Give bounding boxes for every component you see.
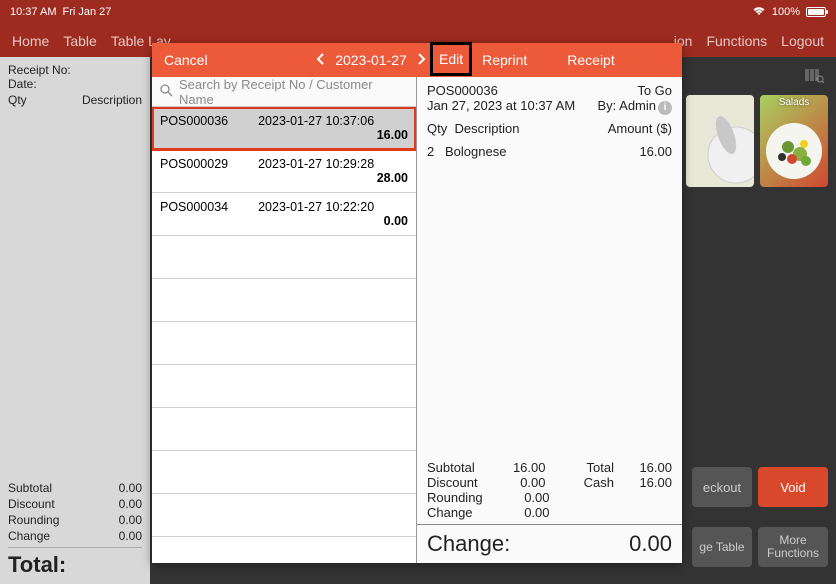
row-amt: 16.00 xyxy=(160,128,408,142)
receipt-detail-panel: POS000036 To Go Jan 27, 2023 at 10:37 AM B… xyxy=(417,43,682,563)
date-label: Date: xyxy=(8,77,142,91)
modal-header: Cancel 2023-01-27 Edit Reprint Receipt xyxy=(152,43,682,77)
d-discount: 0.00 xyxy=(496,475,546,490)
d-change-label: Change xyxy=(427,505,500,520)
detail-totals: Subtotal16.00Total16.00 Discount0.00Cash… xyxy=(417,456,682,524)
row-amt: 28.00 xyxy=(160,171,408,185)
product-label: Salads xyxy=(760,95,828,110)
edit-button[interactable]: Edit xyxy=(430,42,472,76)
row-amt: 0.00 xyxy=(160,214,408,228)
info-icon[interactable]: i xyxy=(658,101,672,115)
receipt-row-empty xyxy=(152,451,416,494)
receipt-row-empty xyxy=(152,279,416,322)
detail-datetime: Jan 27, 2023 at 10:37 AM xyxy=(427,98,575,115)
status-bar: 10:37 AM Fri Jan 27 100% xyxy=(0,0,836,24)
receipt-no-label: Receipt No: xyxy=(8,63,142,77)
d-total: 16.00 xyxy=(622,460,672,475)
detail-amount-header: Amount ($) xyxy=(608,121,672,136)
d-cash: 16.00 xyxy=(622,475,672,490)
checkout-button[interactable]: eckout xyxy=(692,467,752,507)
prev-date-button[interactable] xyxy=(312,52,330,68)
detail-item-row: 2Bolognese16.00 xyxy=(427,144,672,159)
receipt-row-empty xyxy=(152,365,416,408)
receipt-list: POS0000362023-01-27 10:37:0616.00POS0000… xyxy=(152,107,416,563)
receipt-list-panel: Search by Receipt No / Customer Name POS… xyxy=(152,43,417,563)
qty-header: Qty xyxy=(8,93,27,107)
menu-home[interactable]: Home xyxy=(12,33,49,49)
next-date-button[interactable] xyxy=(412,52,430,68)
change-table-button[interactable]: ge Table xyxy=(692,527,752,567)
receipt-tab-label: Receipt xyxy=(567,52,614,68)
receipt-row[interactable]: POS000029 2023-01-27 10:29:2828.00 xyxy=(152,150,416,193)
item-amt: 16.00 xyxy=(612,144,672,159)
battery-percent: 100% xyxy=(772,6,800,18)
row-ts: 2023-01-27 10:37:06 xyxy=(258,114,374,128)
void-button[interactable]: Void xyxy=(758,467,828,507)
big-change-value: 0.00 xyxy=(629,531,672,557)
battery-icon xyxy=(806,7,826,17)
menu-logout[interactable]: Logout xyxy=(781,33,824,49)
reprint-button[interactable]: Reprint xyxy=(482,52,527,68)
d-cash-label: Cash xyxy=(546,475,623,490)
subtotal-value: 0.00 xyxy=(119,481,142,495)
search-icon xyxy=(160,84,173,100)
receipt-row-empty xyxy=(152,494,416,537)
row-ts: 2023-01-27 10:29:28 xyxy=(258,157,374,171)
total-label: Total: xyxy=(8,547,142,578)
status-time: 10:37 AM xyxy=(10,6,56,18)
d-change: 0.00 xyxy=(500,505,550,520)
desc-header: Description xyxy=(82,93,142,107)
detail-qty-header: Qty xyxy=(427,121,447,136)
d-total-label: Total xyxy=(546,460,623,475)
more-functions-button[interactable]: MoreFunctions xyxy=(758,527,828,567)
menu-functions[interactable]: Functions xyxy=(706,33,767,49)
detail-by: By: Admin xyxy=(597,98,656,113)
change-label: Change xyxy=(8,529,50,543)
d-subtotal-label: Subtotal xyxy=(427,460,496,475)
barcode-icon[interactable] xyxy=(804,67,824,88)
rounding-value: 0.00 xyxy=(119,513,142,527)
receipt-row-empty xyxy=(152,408,416,451)
subtotal-label: Subtotal xyxy=(8,481,52,495)
order-panel: Receipt No: Date: Qty Description Subtot… xyxy=(0,57,150,584)
d-subtotal: 16.00 xyxy=(496,460,546,475)
wifi-icon xyxy=(752,6,766,19)
search-placeholder: Search by Receipt No / Customer Name xyxy=(179,77,408,107)
item-desc: Bolognese xyxy=(445,144,612,159)
discount-value: 0.00 xyxy=(119,497,142,511)
search-input[interactable]: Search by Receipt No / Customer Name xyxy=(152,77,416,107)
receipt-row-empty xyxy=(152,322,416,365)
big-change-label: Change: xyxy=(427,531,510,557)
date-picker[interactable]: 2023-01-27 xyxy=(330,52,412,68)
menu-table[interactable]: Table xyxy=(63,33,96,49)
receipt-modal: Cancel 2023-01-27 Edit Reprint Receipt S… xyxy=(152,43,682,563)
detail-items: 2Bolognese16.00 xyxy=(417,142,682,456)
d-rounding-label: Rounding xyxy=(427,490,500,505)
detail-desc-header: Description xyxy=(454,121,519,136)
item-qty: 2 xyxy=(427,144,445,159)
detail-type: To Go xyxy=(637,83,672,98)
receipt-row[interactable]: POS000036 2023-01-27 10:37:0616.00 xyxy=(152,107,416,150)
change-summary: Change: 0.00 xyxy=(417,524,682,563)
discount-label: Discount xyxy=(8,497,55,511)
product-tile[interactable] xyxy=(686,95,754,187)
rounding-label: Rounding xyxy=(8,513,59,527)
receipt-row[interactable]: POS000034 2023-01-27 10:22:200.00 xyxy=(152,193,416,236)
change-value: 0.00 xyxy=(119,529,142,543)
d-discount-label: Discount xyxy=(427,475,496,490)
row-ts: 2023-01-27 10:22:20 xyxy=(258,200,374,214)
receipt-row-empty xyxy=(152,236,416,279)
product-tile-salads[interactable]: Salads xyxy=(760,95,828,187)
status-date: Fri Jan 27 xyxy=(62,6,111,18)
cancel-button[interactable]: Cancel xyxy=(152,52,252,68)
row-no: POS000036 xyxy=(160,114,228,128)
d-rounding: 0.00 xyxy=(500,490,550,505)
row-no: POS000029 xyxy=(160,157,228,171)
detail-receipt-no: POS000036 xyxy=(427,83,498,98)
row-no: POS000034 xyxy=(160,200,228,214)
